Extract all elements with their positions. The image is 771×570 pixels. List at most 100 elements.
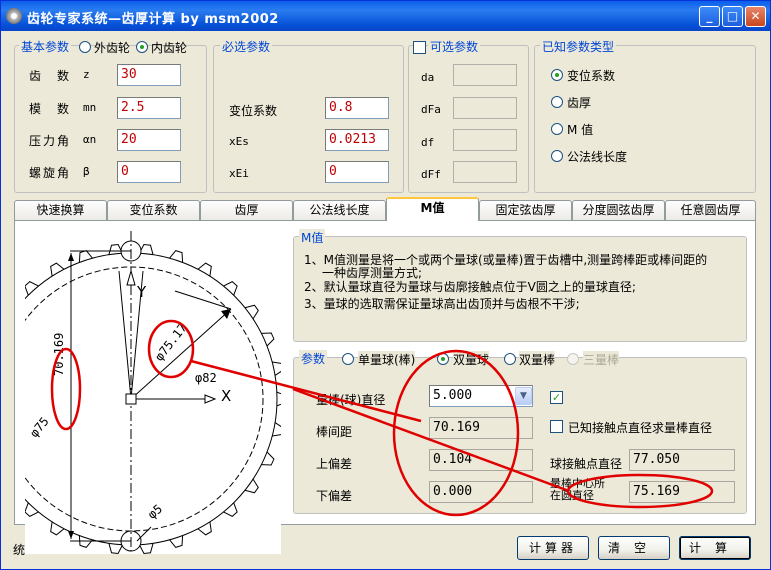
known-span-length-radio[interactable] bbox=[551, 150, 563, 162]
teeth-input[interactable]: 30 bbox=[117, 64, 181, 86]
rod-distance-label: 棒间距 bbox=[316, 425, 353, 439]
module-input[interactable]: 2.5 bbox=[117, 97, 181, 119]
helix-angle-symbol: β bbox=[83, 165, 90, 178]
known-param-type-legend: 已知参数类型 bbox=[540, 38, 617, 55]
center-dia-label-line2: 在圆直径 bbox=[550, 489, 594, 502]
tab-any-circle[interactable]: 任意圆齿厚 bbox=[665, 200, 756, 220]
optional-params-checkbox[interactable] bbox=[413, 41, 426, 54]
known-contact-checkbox[interactable] bbox=[550, 420, 563, 433]
helix-angle-label: 螺旋角 bbox=[29, 166, 72, 180]
contact-dia-label: 球接触点直径 bbox=[550, 457, 623, 471]
xes-input[interactable]: 0.0213 bbox=[325, 129, 389, 151]
lower-dev-output[interactable]: 0.000 bbox=[429, 481, 533, 503]
teeth-label: 齿 数 bbox=[29, 69, 72, 83]
center-dia-label: 量棒中心所 在圆直径 bbox=[550, 478, 605, 502]
external-gear-label: 外齿轮 bbox=[94, 41, 131, 55]
compute-button[interactable]: 计算 bbox=[679, 536, 751, 560]
gear-drawing: 70.169 φ75.17 φ82 φ5 φ75 X Y bbox=[25, 231, 281, 554]
minimize-button[interactable]: _ bbox=[699, 6, 720, 27]
dff-label: dFf bbox=[421, 168, 441, 181]
x-axis-label: X bbox=[221, 387, 232, 405]
triple-rod-label: 三量棒 bbox=[583, 351, 620, 368]
window-title: 齿轮专家系统—齿厚计算 by msm2002 bbox=[27, 12, 279, 27]
params-legend: 参数 bbox=[299, 350, 328, 367]
maximize-button[interactable]: □ bbox=[722, 6, 743, 27]
m-value-note-3: 3、量球的选取需保证量球高出齿顶并与齿根不干涉; bbox=[304, 297, 580, 311]
single-ball-label: 单量球(棒) bbox=[358, 351, 416, 368]
module-label: 模 数 bbox=[29, 102, 72, 116]
known-span-length-label: 公法线长度 bbox=[567, 150, 628, 164]
helix-angle-input[interactable]: 0 bbox=[117, 161, 181, 183]
dfa-input[interactable] bbox=[453, 97, 517, 119]
tab-tooth-thickness[interactable]: 齿厚 bbox=[200, 200, 293, 220]
tab-span-length[interactable]: 公法线长度 bbox=[293, 200, 386, 220]
double-ball-radio[interactable] bbox=[437, 353, 449, 365]
gear-tooth bbox=[50, 262, 65, 277]
required-params-legend: 必选参数 bbox=[220, 38, 273, 55]
lower-dev-label: 下偏差 bbox=[316, 489, 353, 503]
center-dia-output[interactable]: 75.169 bbox=[629, 481, 735, 503]
tab-shift-coef[interactable]: 变位系数 bbox=[107, 200, 200, 220]
rod-distance-dim: 70.169 bbox=[52, 333, 66, 376]
upper-dev-output[interactable]: 0.104 bbox=[429, 449, 533, 471]
df-label: df bbox=[421, 136, 435, 149]
basic-params-legend: 基本参数 bbox=[19, 38, 72, 55]
known-m-value-label: M 值 bbox=[567, 123, 594, 137]
xei-input[interactable]: 0 bbox=[325, 161, 389, 183]
df-input[interactable] bbox=[453, 129, 517, 151]
xes-label: xEs bbox=[229, 135, 249, 148]
internal-gear-radio[interactable] bbox=[136, 41, 148, 53]
da-input[interactable] bbox=[453, 64, 517, 86]
tab-fixed-chord[interactable]: 固定弦齿厚 bbox=[479, 200, 572, 220]
xei-label: xEi bbox=[229, 167, 249, 180]
ball-dia-checkbox[interactable]: ✓ bbox=[550, 391, 563, 404]
tab-quick-convert[interactable]: 快速换算 bbox=[14, 200, 107, 220]
triple-rod-radio[interactable] bbox=[567, 353, 579, 365]
dfa-label: dFa bbox=[421, 103, 441, 116]
shift-coef-label: 变位系数 bbox=[229, 104, 278, 118]
title-bar[interactable]: 齿轮专家系统—齿厚计算 by msm2002 _ □ ✕ bbox=[1, 1, 770, 31]
close-button[interactable]: ✕ bbox=[745, 6, 766, 27]
pressure-angle-label: 压力角 bbox=[29, 134, 72, 148]
shift-coef-input[interactable]: 0.8 bbox=[325, 97, 389, 119]
dff-input[interactable] bbox=[453, 161, 517, 183]
tab-pitch-chord[interactable]: 分度圆弦齿厚 bbox=[572, 200, 665, 220]
ball-dia-label: 量棒(球)直径 bbox=[316, 393, 386, 407]
double-rod-radio[interactable] bbox=[504, 353, 516, 365]
gear-tooth bbox=[197, 521, 212, 536]
contact-dia-output[interactable]: 77.050 bbox=[629, 449, 735, 471]
known-shift-coef-radio[interactable] bbox=[551, 69, 563, 81]
internal-gear-label: 内齿轮 bbox=[151, 41, 188, 55]
da-label: da bbox=[421, 71, 435, 84]
external-gear-radio[interactable] bbox=[79, 41, 91, 53]
double-rod-label: 双量棒 bbox=[519, 351, 556, 368]
gear-tooth bbox=[25, 502, 39, 517]
gear-tooth bbox=[261, 451, 275, 466]
rod-distance-dim-text: 70.169 bbox=[52, 332, 66, 376]
tab-m-value[interactable]: M值 bbox=[386, 197, 479, 221]
gear-tooth bbox=[197, 262, 212, 277]
gear-tooth bbox=[50, 521, 65, 536]
gear-tooth bbox=[223, 502, 238, 517]
ball-dia-value: 5.000 bbox=[433, 388, 473, 403]
single-ball-radio[interactable] bbox=[342, 353, 354, 365]
known-shift-coef-label: 变位系数 bbox=[567, 69, 616, 83]
m-value-legend: M值 bbox=[299, 229, 326, 246]
gear-tooth bbox=[223, 281, 238, 296]
clear-button[interactable]: 清空 bbox=[598, 536, 670, 560]
y-axis-label: Y bbox=[137, 283, 147, 301]
gear-tooth bbox=[25, 281, 39, 296]
rod-distance-output[interactable]: 70.169 bbox=[429, 417, 533, 439]
upper-dev-label: 上偏差 bbox=[316, 457, 353, 471]
status-text: 统 bbox=[13, 543, 26, 557]
calculator-button[interactable]: 计算器 bbox=[517, 536, 589, 560]
known-tooth-thickness-radio[interactable] bbox=[551, 96, 563, 108]
known-m-value-radio[interactable] bbox=[551, 123, 563, 135]
known-tooth-thickness-label: 齿厚 bbox=[567, 96, 592, 110]
ball-dia-dropdown-icon[interactable]: ▼ bbox=[515, 387, 532, 405]
double-ball-label: 双量球 bbox=[453, 351, 490, 368]
pressure-angle-input[interactable]: 20 bbox=[117, 129, 181, 151]
module-symbol: mn bbox=[83, 101, 97, 114]
m-value-note-2: 2、默认量球直径为量球与齿廓接触点位于V圆之上的量球直径; bbox=[304, 280, 636, 294]
teeth-symbol: z bbox=[83, 68, 90, 81]
